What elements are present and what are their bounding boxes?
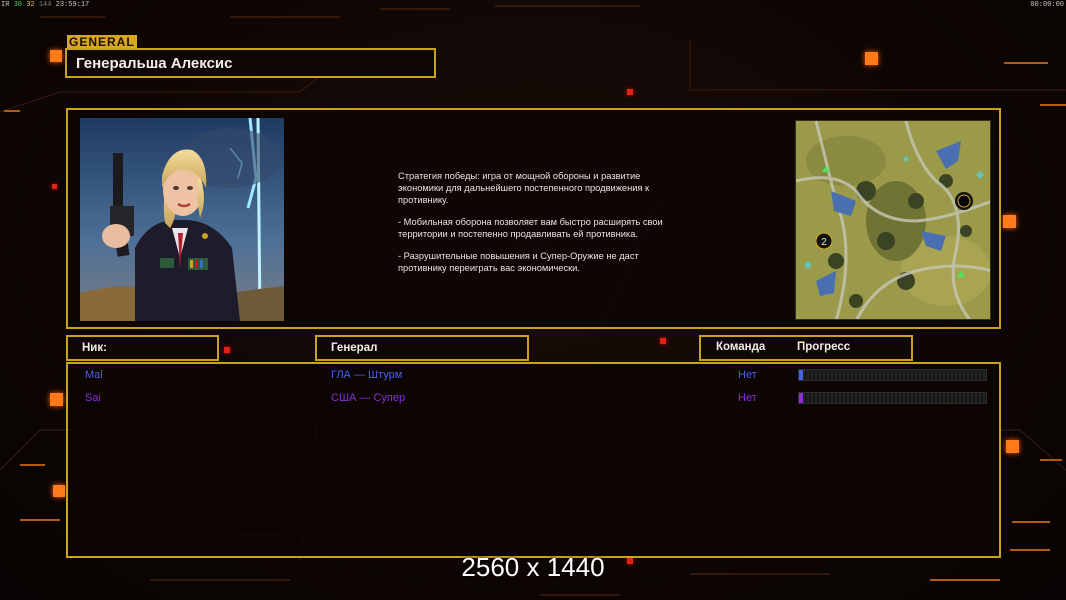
status-readout: IR 30 32 144 23:59:17 <box>1 1 90 9</box>
players-list: Mal ГЛА — Штурм Нет Sai США — Супер Нет <box>66 362 1001 558</box>
column-header-team-progress: Команда Прогресс <box>699 335 913 361</box>
red-dot <box>52 184 57 189</box>
red-dot <box>660 338 666 344</box>
red-dot <box>627 89 633 95</box>
player-progress-fill <box>799 370 803 380</box>
player-progress-bar <box>798 392 987 404</box>
red-dot <box>224 347 230 353</box>
strategy-paragraph: Стратегия победы: игра от мощной обороны… <box>398 171 650 205</box>
map-preview[interactable]: 2 <box>795 120 991 320</box>
column-header-team: Команда <box>716 341 766 353</box>
general-tag: GENERAL <box>67 35 137 49</box>
player-team: Нет <box>738 392 757 404</box>
player-general: ГЛА — Штурм <box>331 369 403 381</box>
player-progress-fill <box>799 393 803 403</box>
clock-readout: 00:00:00 <box>1030 1 1064 9</box>
general-info-panel: Стратегия победы: игра от мощной обороны… <box>66 108 1001 329</box>
general-portrait <box>80 118 284 321</box>
resolution-label: 2560 x 1440 <box>461 552 605 582</box>
player-team: Нет <box>738 369 757 381</box>
strategy-paragraph: - Мобильная оборона позволяет вам быстро… <box>398 217 663 239</box>
start-position-label: 2 <box>821 237 827 248</box>
strategy-paragraph: - Разрушительные повышения и Супер-Оружи… <box>398 251 639 273</box>
glow-square <box>865 52 878 65</box>
player-nick: Mal <box>85 369 103 381</box>
glow-square <box>50 50 62 62</box>
player-row: Mal ГЛА — Штурм Нет <box>68 367 1003 387</box>
player-general: США — Супер <box>331 392 406 404</box>
player-nick: Sai <box>85 392 101 404</box>
general-name-box: Генеральша Алексис <box>65 48 436 78</box>
column-header-general: Генерал <box>315 335 529 361</box>
glow-square <box>1003 215 1016 228</box>
general-name: Генеральша Алексис <box>76 55 233 72</box>
glow-square <box>53 485 65 497</box>
player-row: Sai США — Супер Нет <box>68 390 1003 410</box>
column-header-nick: Ник: <box>66 335 219 361</box>
strategy-description: Стратегия победы: игра от мощной обороны… <box>398 170 698 284</box>
player-progress-bar <box>798 369 987 381</box>
column-header-progress: Прогресс <box>797 341 851 353</box>
glow-square <box>50 393 63 406</box>
glow-square <box>1006 440 1019 453</box>
